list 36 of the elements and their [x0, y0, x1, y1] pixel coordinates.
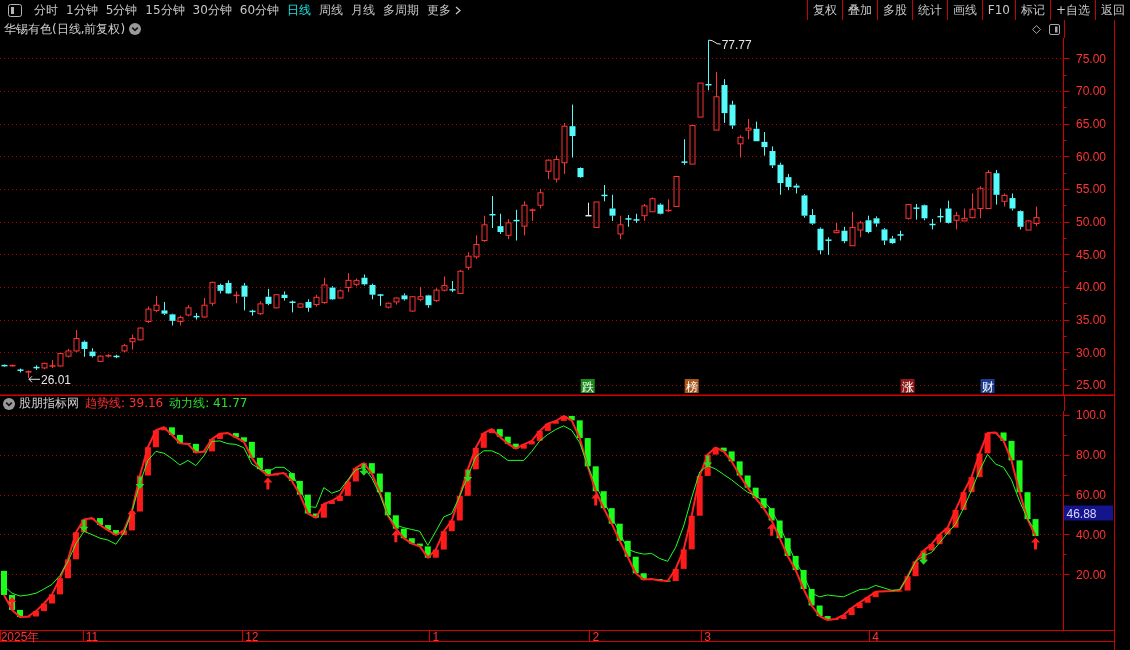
axis-label: 4	[872, 629, 879, 644]
axis-label: 80.00	[1076, 448, 1107, 463]
pane-title: 华锡有色(日线,前复权)	[4, 21, 126, 37]
annotation: 26.01	[40, 373, 72, 388]
event-tag: 榜	[684, 379, 699, 394]
axis-label: 2025年	[0, 629, 40, 644]
indicator-readout: 趋势线: 39.16	[85, 396, 164, 411]
axis-label: 35.00	[1076, 313, 1107, 328]
axis-label: 75.00	[1076, 51, 1107, 66]
price-label: 77.77	[708, 38, 752, 53]
axis-label: 60.00	[1076, 149, 1107, 164]
indicator-readout: 动力线: 41.77	[169, 396, 248, 411]
annotation: 77.77	[721, 38, 753, 53]
axis-label: 100.0	[1076, 408, 1107, 423]
axis-label: 50.00	[1076, 215, 1107, 230]
axis-label: 30.00	[1076, 345, 1107, 360]
axis-label: 55.00	[1076, 182, 1107, 197]
axis-label: 65.00	[1076, 117, 1107, 132]
axis-label: 3	[704, 629, 711, 644]
value-tag: 46.88	[1064, 505, 1113, 521]
axis-label: 12	[245, 629, 259, 644]
axis-label: 45.00	[1076, 247, 1107, 262]
axis-label: 40.00	[1076, 527, 1107, 542]
axis-label: 25.00	[1076, 378, 1107, 393]
axis-label: 40.00	[1076, 280, 1107, 295]
axis-label: 1	[432, 629, 440, 644]
axis-label: 70.00	[1076, 84, 1107, 99]
axis-label: 11	[85, 629, 99, 644]
axis-label: 60.00	[1076, 488, 1107, 503]
axis-label: 2	[592, 629, 600, 644]
price-label: 26.01	[28, 373, 71, 388]
event-tag: 跌	[580, 379, 595, 394]
axis-label: 20.00	[1076, 567, 1107, 582]
indicator-title: 股朋指标网	[19, 396, 79, 411]
event-tag: 财	[980, 379, 995, 394]
event-tag: 涨	[900, 379, 915, 394]
